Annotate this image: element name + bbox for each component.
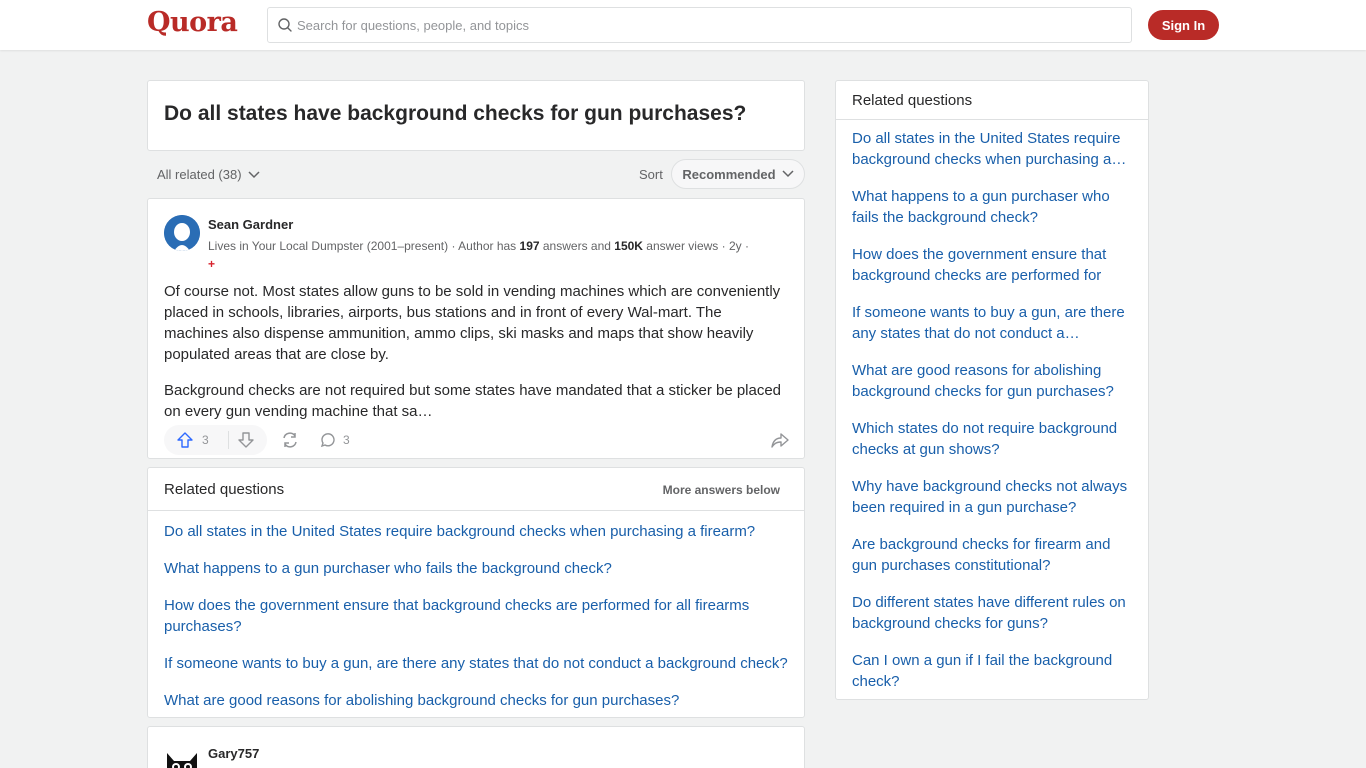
answer-card: Sean Gardner Lives in Your Local Dumpste… (147, 198, 805, 459)
sort-dropdown[interactable]: Recommended (671, 159, 805, 189)
sidebar-header: Related questions (836, 81, 1148, 120)
cred-text: Lives in Your Local Dumpster (2001–prese… (208, 239, 520, 253)
sidebar-question-link[interactable]: Can I own a gun if I fail the background… (852, 650, 1132, 692)
answer-actions: 3 3 (164, 425, 790, 455)
related-questions-sidebar: Related questions Do all states in the U… (835, 80, 1149, 700)
sign-in-button[interactable]: Sign In (1148, 10, 1219, 40)
reshare-icon[interactable] (280, 430, 300, 450)
answer-paragraph: Background checks are not required but s… (164, 382, 782, 420)
author-name[interactable]: Sean Gardner (208, 217, 293, 232)
question-title: Do all states have background checks for… (164, 102, 747, 125)
sidebar-question-link[interactable]: Why have background checks not always be… (852, 476, 1132, 518)
comment-icon (320, 433, 335, 448)
upvote-button[interactable]: 3 (164, 431, 228, 449)
question-card: Do all states have background checks for… (147, 80, 805, 151)
sidebar-question-link[interactable]: What are good reasons for abolishing bac… (852, 360, 1132, 402)
sort-value: Recommended (682, 166, 776, 182)
answers-count: 197 (519, 239, 540, 253)
top-header: Quora Sign In (0, 0, 1366, 50)
sidebar-question-link[interactable]: What happens to a gun purchaser who fail… (852, 186, 1132, 228)
cred-text: answer views · 2y · (642, 239, 749, 253)
author-credentials: Lives in Your Local Dumpster (2001–prese… (208, 237, 788, 273)
chevron-down-icon (782, 170, 794, 178)
chevron-down-icon (248, 170, 260, 178)
sidebar-question-link[interactable]: Are background checks for firearm and gu… (852, 534, 1132, 576)
upvote-count: 3 (202, 433, 209, 447)
comment-count: 3 (343, 433, 350, 447)
related-header: Related questions More answers below (148, 468, 804, 511)
cat-avatar-icon[interactable] (164, 745, 200, 768)
sidebar-list: Do all states in the United States requi… (836, 120, 1148, 692)
author-name[interactable]: Gary757 (208, 746, 259, 761)
related-question-link[interactable]: If someone wants to buy a gun, are there… (164, 653, 788, 674)
related-question-link[interactable]: What happens to a gun purchaser who fail… (164, 558, 788, 579)
cred-text: answers and (539, 239, 615, 253)
related-questions-main: Related questions More answers below Do … (147, 467, 805, 718)
sort-label: Sort (639, 167, 663, 182)
sidebar-title: Related questions (852, 92, 973, 109)
filter-bar: All related (38) Sort Recommended (147, 158, 805, 190)
related-question-link[interactable]: Do all states in the United States requi… (164, 521, 788, 542)
share-icon[interactable] (770, 430, 790, 450)
downvote-icon (238, 432, 254, 448)
all-related-dropdown[interactable]: All related (38) (157, 167, 260, 182)
avatar-silhouette-icon (164, 215, 200, 251)
all-related-label: All related (38) (157, 167, 242, 182)
upvote-icon (177, 432, 193, 448)
answer-text[interactable]: Of course not. Most states allow guns to… (164, 281, 790, 437)
sidebar-question-link[interactable]: How does the government ensure that back… (852, 244, 1132, 286)
search-bar[interactable] (267, 7, 1132, 43)
more-answers-below: More answers below (662, 483, 780, 497)
search-icon (278, 18, 292, 32)
sidebar-question-link[interactable]: Do different states have different rules… (852, 592, 1132, 634)
badge-plus-icon: + (208, 257, 216, 271)
sidebar-question-link[interactable]: Which states do not require background c… (852, 418, 1132, 460)
comments-button[interactable]: 3 (319, 431, 350, 449)
related-list: Do all states in the United States requi… (148, 511, 804, 711)
answer-card: Gary757 (147, 726, 805, 768)
search-input[interactable] (297, 17, 1097, 33)
vote-pill: 3 (164, 425, 267, 455)
answer-paragraph: Of course not. Most states allow guns to… (164, 283, 781, 363)
related-question-link[interactable]: What are good reasons for abolishing bac… (164, 690, 788, 711)
views-count: 150K (614, 239, 643, 253)
downvote-button[interactable] (229, 431, 255, 449)
sidebar-question-link[interactable]: Do all states in the United States requi… (852, 128, 1132, 170)
quora-logo[interactable]: Quora (147, 7, 238, 38)
related-question-link[interactable]: How does the government ensure that back… (164, 595, 788, 637)
related-title: Related questions (164, 481, 285, 498)
sidebar-question-link[interactable]: If someone wants to buy a gun, are there… (852, 302, 1132, 344)
avatar[interactable] (164, 215, 200, 251)
